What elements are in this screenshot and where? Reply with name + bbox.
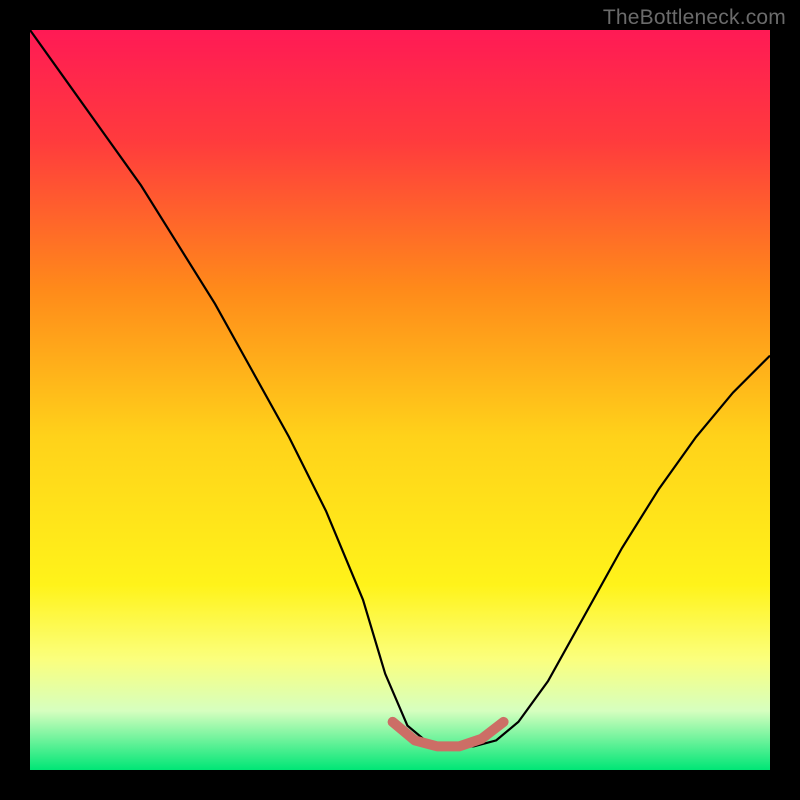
watermark-text: TheBottleneck.com [603,6,786,30]
chart-frame: TheBottleneck.com [0,0,800,800]
chart-svg [30,30,770,770]
gradient-background [30,30,770,770]
plot-area [30,30,770,770]
